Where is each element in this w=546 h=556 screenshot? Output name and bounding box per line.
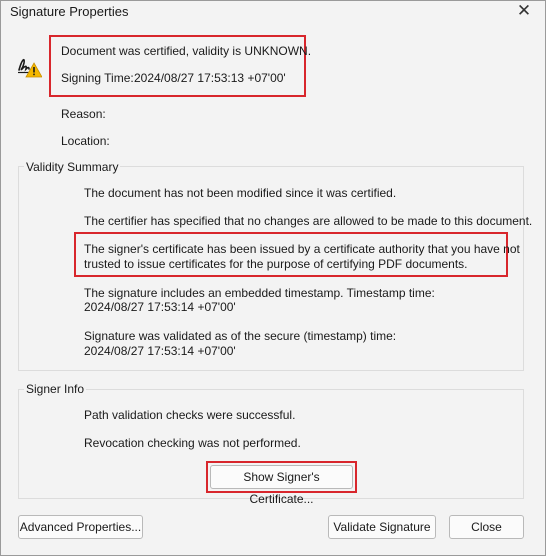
- close-button[interactable]: Close: [449, 515, 524, 539]
- signature-warning-icon: [18, 58, 42, 78]
- validity-line: trusted to issue certificates for the pu…: [84, 257, 468, 271]
- validity-line: The signature includes an embedded times…: [84, 286, 435, 300]
- close-icon[interactable]: ✕: [513, 1, 535, 21]
- validity-line: 2024/08/27 17:53:14 +07'00': [84, 300, 236, 314]
- reason-label: Reason:: [61, 107, 106, 121]
- certification-status: Document was certified, validity is UNKN…: [61, 44, 312, 58]
- show-signers-certificate-button[interactable]: Show Signer's Certificate...: [210, 465, 353, 506]
- signing-time-value: 2024/08/27 17:53:13 +07'00': [134, 71, 286, 85]
- title-bar: Signature Properties ✕: [1, 1, 545, 23]
- signing-time-label: Signing Time:: [61, 71, 134, 85]
- signer-info-label: Signer Info: [24, 382, 87, 396]
- validity-line: 2024/08/27 17:53:14 +07'00': [84, 344, 236, 358]
- advanced-properties-button[interactable]: Advanced Properties...: [18, 515, 143, 539]
- location-label: Location:: [61, 134, 110, 148]
- validity-line: Signature was validated as of the secure…: [84, 329, 397, 343]
- signer-info-line: Path validation checks were successful.: [84, 408, 296, 422]
- window-title: Signature Properties: [10, 4, 129, 19]
- validate-signature-button[interactable]: Validate Signature: [328, 515, 436, 539]
- signer-info-line: Revocation checking was not performed.: [84, 436, 301, 450]
- validity-line: The signer's certificate has been issued…: [84, 242, 520, 256]
- signature-properties-dialog: Signature Properties ✕ Document was cert…: [0, 0, 546, 556]
- validity-line: The document has not been modified since…: [84, 186, 397, 200]
- validity-line: The certifier has specified that no chan…: [84, 214, 533, 228]
- validity-summary-label: Validity Summary: [24, 160, 121, 174]
